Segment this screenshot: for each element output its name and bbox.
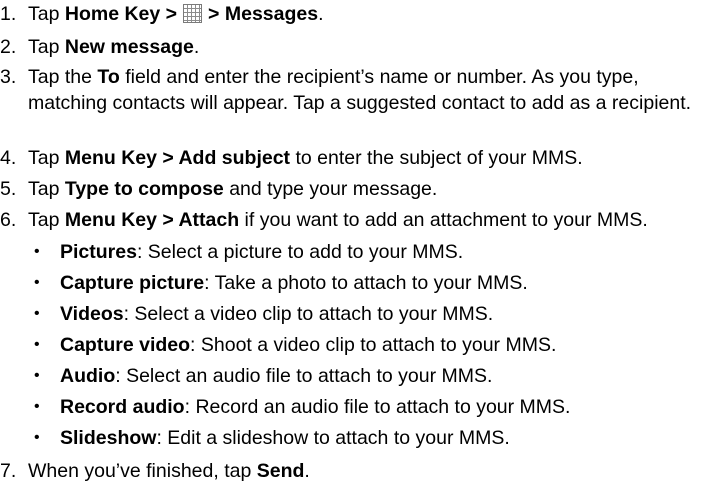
step-text: Tap Type to compose and type your messag… (28, 177, 437, 201)
step-number: 7. (0, 460, 17, 482)
step-text-post: and type your message. (223, 178, 438, 200)
attachment-description: : Select an audio file to attach to your… (115, 365, 493, 387)
bullet: • (34, 243, 40, 260)
step-text-pre: Tap (28, 3, 65, 25)
attachment-text: Record audio: Record an audio file to at… (60, 395, 570, 419)
attachment-name: Capture picture (60, 272, 205, 294)
step-text: Tap Menu Key > Add subject to enter the … (28, 146, 583, 170)
step-text-post: field and enter the recipient’s name or … (28, 66, 692, 114)
attachment-description: : Select a video clip to attach to your … (123, 303, 494, 325)
step-bold: Send (256, 460, 305, 482)
step-number: 1. (0, 3, 17, 25)
step-text-post: . (304, 460, 310, 482)
bullet: • (34, 429, 40, 446)
step-text-post: if you want to add an attachment to your… (239, 209, 648, 231)
attachment-name: Pictures (60, 241, 137, 263)
attachment-text: Slideshow: Edit a slideshow to attach to… (60, 426, 510, 450)
attachment-description: : Shoot a video clip to attach to your M… (190, 334, 557, 356)
instructions-page: 1. Tap Home Key > > Messages. 2. Tap New … (0, 0, 720, 502)
step-text-pre: Tap (28, 178, 65, 200)
bullet: • (34, 398, 40, 415)
attachment-name: Audio (60, 365, 116, 387)
step-text: Tap Menu Key > Attach if you want to add… (28, 208, 648, 232)
bullet: • (34, 336, 40, 353)
step-number: 3. (0, 66, 17, 88)
step-text: Tap Home Key > > Messages. (28, 2, 324, 26)
step-text-pre: When you’ve finished, tap (28, 460, 257, 482)
step-number: 4. (0, 147, 17, 169)
step-text: Tap the To field and enter the recipient… (28, 64, 718, 116)
attachment-text: Audio: Select an audio file to attach to… (60, 364, 492, 388)
step-bold: To (97, 66, 120, 88)
step-text-pre: Tap (28, 209, 65, 231)
step-number: 5. (0, 178, 17, 200)
apps-grid-icon (183, 4, 203, 23)
attachment-name: Record audio (60, 396, 185, 418)
step-bold-1: Home Key > (64, 3, 178, 25)
bullet: • (34, 305, 40, 322)
attachment-text: Capture video: Shoot a video clip to att… (60, 333, 556, 357)
attachment-text: Capture picture: Take a photo to attach … (60, 271, 528, 295)
step-bold: Menu Key > Add subject (64, 147, 291, 169)
step-text-post: . (318, 3, 324, 25)
step-bold: New message (64, 36, 194, 58)
step-text-pre: Tap (28, 36, 65, 58)
step-bold: Menu Key > Attach (64, 209, 240, 231)
step-number: 2. (0, 36, 17, 58)
step-bold-2: > Messages (208, 3, 319, 25)
attachment-text: Videos: Select a video clip to attach to… (60, 302, 493, 326)
attachment-description: : Edit a slideshow to attach to your MMS… (156, 427, 510, 449)
attachment-text: Pictures: Select a picture to add to you… (60, 240, 463, 264)
step-number: 6. (0, 209, 17, 231)
attachment-description: : Take a photo to attach to your MMS. (204, 272, 528, 294)
bullet: • (34, 274, 40, 291)
step-text: When you’ve finished, tap Send. (28, 459, 310, 483)
attachment-name: Capture video (60, 334, 191, 356)
step-text-post: . (193, 36, 200, 58)
attachment-description: : Select a picture to add to your MMS. (136, 241, 464, 263)
step-text-pre: Tap (28, 147, 65, 169)
step-text-pre: Tap the (28, 66, 98, 88)
step-text: Tap New message. (28, 35, 199, 59)
attachment-name: Videos (60, 303, 124, 325)
bullet: • (34, 367, 40, 384)
attachment-description: : Record an audio file to attach to your… (184, 396, 571, 418)
step-text-post: to enter the subject of your MMS. (290, 147, 583, 169)
attachment-name: Slideshow (60, 427, 157, 449)
step-bold: Type to compose (64, 178, 224, 200)
